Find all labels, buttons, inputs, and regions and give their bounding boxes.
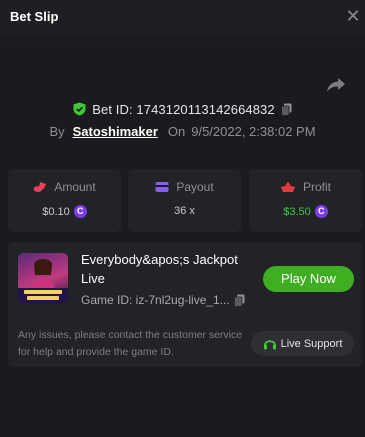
amount-card: Amount $0.10 C [8,169,121,232]
play-now-button[interactable]: Play Now [263,266,354,292]
shield-check-icon [73,102,86,116]
coin-icon: C [73,205,87,218]
game-id: Game ID: iz-7nl2ug-live_1... [81,293,230,307]
copy-icon[interactable] [233,294,245,307]
coin-icon: C [314,205,328,218]
headset-icon [263,339,276,349]
game-card: Everybody&apos;s Jackpot Live Game ID: i… [8,242,362,367]
bet-id-row: Bet ID: 1743120113142664832 [0,100,365,118]
payout-value: 36 x [174,205,195,217]
share-icon[interactable] [326,77,346,93]
bet-datetime: 9/5/2022, 2:38:02 PM [191,123,316,139]
page-title: Bet Slip [10,9,59,24]
on-label: On [167,123,186,139]
wallet-icon [155,182,169,192]
username-link[interactable]: Satoshimaker [73,124,158,139]
payout-card: Payout 36 x [128,169,241,232]
profit-label: Profit [302,180,331,194]
live-support-label: Live Support [280,337,343,350]
by-label: By [49,123,65,139]
crown-icon [280,181,295,192]
game-id-row: Game ID: iz-7nl2ug-live_1... [81,292,256,308]
profit-value: $3.50 [283,205,311,218]
support-note: Any issues, please contact the customer … [18,329,243,358]
bet-slip-header: Bet Slip ✕ [0,0,365,34]
payout-label: Payout [176,180,214,194]
game-thumbnail[interactable] [18,253,68,303]
live-support-button[interactable]: Live Support [251,331,354,356]
game-name[interactable]: Everybody&apos;s Jackpot Live [81,250,251,288]
bet-author-row: By Satoshimaker On 9/5/2022, 2:38:02 PM [0,122,365,140]
amount-label: Amount [54,180,96,194]
copy-icon[interactable] [280,103,292,116]
amount-value: $0.10 [42,205,70,218]
bet-id: Bet ID: 1743120113142664832 [92,101,275,117]
coins-icon [33,182,47,192]
profit-card: Profit $3.50 C [249,169,362,232]
close-icon[interactable]: ✕ [343,6,363,26]
